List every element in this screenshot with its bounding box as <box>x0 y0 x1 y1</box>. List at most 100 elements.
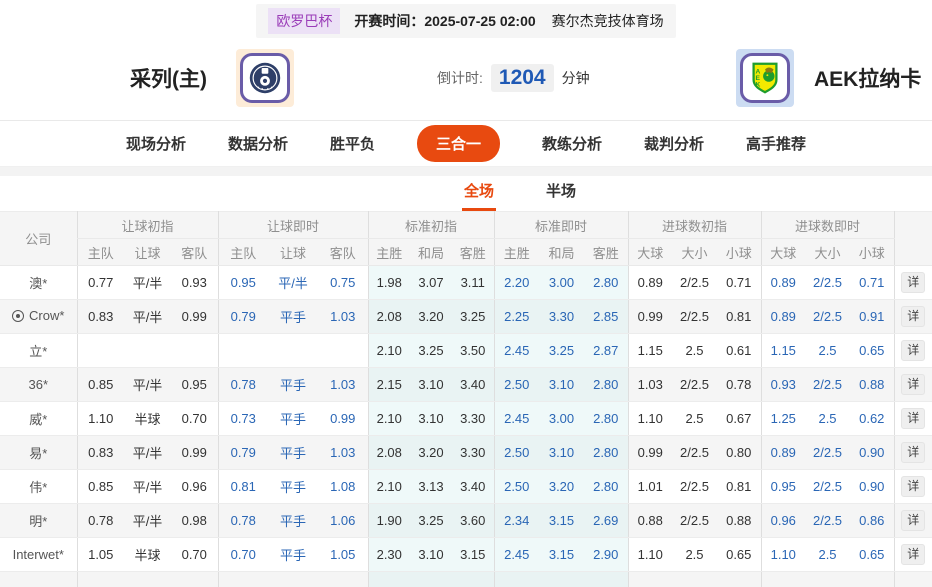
odds-cell: 2/2.5 <box>672 299 717 334</box>
col-header-大小: 大小 <box>672 238 717 266</box>
odds-cell: 0.93 <box>171 265 218 300</box>
detail-link[interactable]: 详 <box>901 476 926 497</box>
odds-cell: 1.25 <box>760 401 806 436</box>
odds-cell: 3.30 <box>539 299 584 334</box>
col-header-客胜: 客胜 <box>584 238 628 266</box>
svg-text:K: K <box>756 82 761 89</box>
odds-cell: 3.10 <box>410 537 452 572</box>
odds-row: 立* 2.10 3.25 3.50 2.45 3.25 2.87 1.15 2.5 0.61 1.1… <box>0 333 932 368</box>
period-subtabs: 全场 半场 <box>0 176 932 211</box>
odds-cell: 2/2.5 <box>672 367 717 402</box>
company-label: 威* <box>29 412 48 427</box>
odds-cell: 3.25 <box>410 503 452 538</box>
odds-cell: 1.15 <box>760 333 806 368</box>
nav-tab-教练分析[interactable]: 教练分析 <box>542 133 602 154</box>
odds-cell: 0.83 <box>76 299 124 334</box>
odds-cell: 0.95 <box>760 469 806 504</box>
odds-cell: 3.00 <box>539 401 584 436</box>
odds-cell: 平/半 <box>124 435 171 470</box>
venue-name: 赛尔杰竞技体育场 <box>551 12 664 29</box>
odds-cell: 3.15 <box>452 537 494 572</box>
company-name: 澳* <box>29 273 47 292</box>
detail-link[interactable]: 详 <box>901 340 926 361</box>
nav-tab-裁判分析[interactable]: 裁判分析 <box>644 133 704 154</box>
nav-tab-胜平负[interactable]: 胜平负 <box>330 133 375 154</box>
nav-tab-数据分析[interactable]: 数据分析 <box>228 133 288 154</box>
company-name: Crow* <box>12 308 64 323</box>
odds-cell: 2/2.5 <box>805 503 851 538</box>
col-header-大球: 大球 <box>627 238 672 266</box>
odds-table-head: 公司 让球初指 让球即时 标准初指 标准即时 进球数初指 进球数即时 主队 让球 客队 主队 让球 客队… <box>0 211 932 266</box>
analysis-nav-tabs: 现场分析 数据分析 胜平负 三合一 教练分析 裁判分析 高手推荐 <box>0 121 932 167</box>
group-header-进球数初指: 进球数初指 <box>627 211 762 239</box>
detail-link[interactable]: 详 <box>901 272 926 293</box>
odds-cell: 3.25 <box>452 299 494 334</box>
detail-link[interactable]: 详 <box>901 408 926 429</box>
odds-cell <box>493 571 539 587</box>
odds-cell: 3.11 <box>452 265 494 300</box>
company-header: 公司 <box>0 211 77 266</box>
company-label: Interwet* <box>12 547 64 562</box>
odds-cell: 0.83 <box>76 435 124 470</box>
odds-cell: 2.15 <box>367 367 410 402</box>
odds-cell: 2.34 <box>493 503 539 538</box>
odds-cell: 3.20 <box>539 469 584 504</box>
subtab-半场[interactable]: 半场 <box>544 180 578 211</box>
detail-link[interactable]: 详 <box>901 374 926 395</box>
col-header-大球: 大球 <box>760 238 806 266</box>
odds-cell <box>76 571 124 587</box>
odds-cell: 2.08 <box>367 299 410 334</box>
odds-cell <box>805 571 851 587</box>
odds-cell: 2.80 <box>584 367 628 402</box>
odds-cell: 0.62 <box>850 401 895 436</box>
odds-cell: 0.99 <box>627 299 672 334</box>
odds-cell: 2.25 <box>493 299 539 334</box>
col-header-小球: 小球 <box>850 238 895 266</box>
detail-link[interactable]: 详 <box>901 510 926 531</box>
odds-cell: 1.15 <box>627 333 672 368</box>
nav-tab-三合一[interactable]: 三合一 <box>416 125 500 162</box>
detail-link[interactable]: 详 <box>901 544 926 565</box>
nav-tab-高手推荐[interactable]: 高手推荐 <box>746 133 806 154</box>
odds-cell <box>318 333 368 368</box>
league-badge[interactable]: 欧罗巴杯 <box>268 7 341 34</box>
detail-link[interactable]: 详 <box>901 442 926 463</box>
odds-cell: 0.90 <box>850 469 895 504</box>
company-label: 明* <box>29 514 48 529</box>
odds-cell: 3.13 <box>410 469 452 504</box>
odds-cell <box>627 571 672 587</box>
company-cell <box>0 571 77 587</box>
odds-cell: 2.50 <box>493 469 539 504</box>
odds-cell: 1.10 <box>627 537 672 572</box>
subtab-全场[interactable]: 全场 <box>461 180 496 211</box>
odds-cell: 0.80 <box>717 435 762 470</box>
company-label: 易* <box>29 446 48 461</box>
odds-cell <box>217 333 268 368</box>
detail-cell: 详 <box>893 367 932 402</box>
odds-cell: 0.73 <box>217 401 268 436</box>
odds-cell: 0.61 <box>717 333 762 368</box>
odds-cell: 2.69 <box>584 503 628 538</box>
odds-cell: 3.25 <box>410 333 452 368</box>
odds-cell <box>318 571 368 587</box>
odds-cell: 3.15 <box>539 503 584 538</box>
detail-link[interactable]: 详 <box>901 306 926 327</box>
odds-cell: 2/2.5 <box>805 265 851 300</box>
odds-cell: 0.77 <box>76 265 124 300</box>
odds-cell: 1.10 <box>627 401 672 436</box>
detail-cell: 详 <box>893 469 932 504</box>
away-team-name: AEK拉纳卡 <box>814 68 922 91</box>
odds-cell: 0.99 <box>627 435 672 470</box>
odds-cell <box>850 571 895 587</box>
odds-cell: 平手 <box>268 435 318 470</box>
nav-tab-现场分析[interactable]: 现场分析 <box>126 133 186 154</box>
odds-cell: 0.98 <box>171 503 218 538</box>
odds-cell: 2.10 <box>367 469 410 504</box>
odds-row: 明* 0.78 平/半 0.98 0.78 平手 1.06 1.90 3.25 3.60 2.34 3… <box>0 503 932 538</box>
company-cell: 伟* <box>0 469 77 504</box>
detail-header <box>893 211 932 266</box>
odds-cell: 半球 <box>124 401 171 436</box>
home-team-name: 采列(主) <box>130 68 207 91</box>
countdown-label: 倒计时: <box>437 70 483 86</box>
odds-cell: 2.45 <box>493 401 539 436</box>
